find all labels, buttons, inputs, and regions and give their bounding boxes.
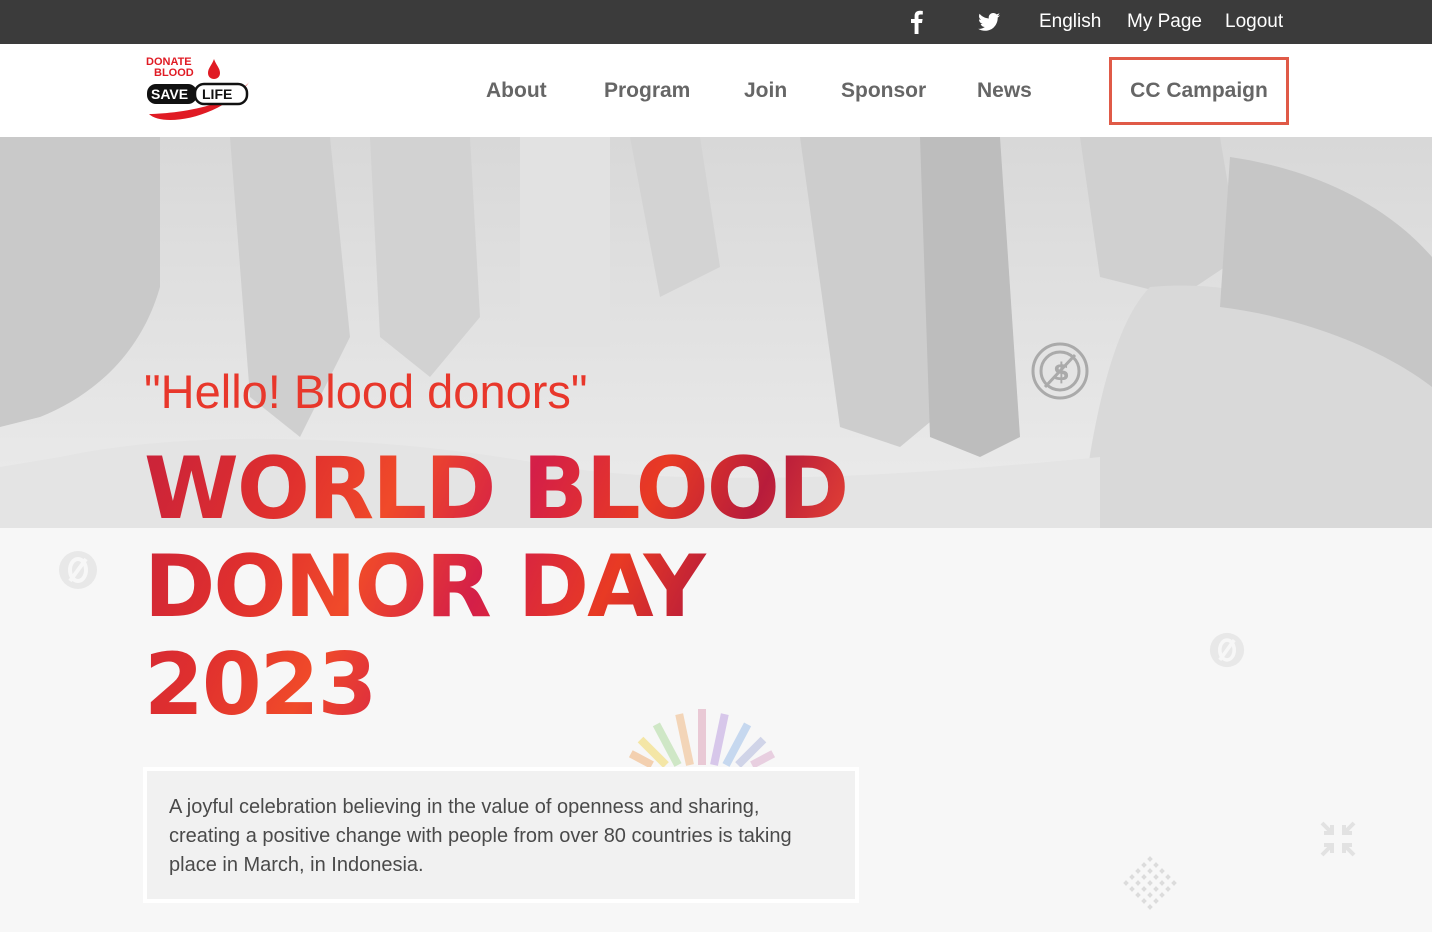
twitter-icon[interactable] [977, 0, 1001, 44]
cc-campaign-button[interactable]: CC Campaign [1109, 57, 1289, 125]
hero-title: WORLD BLOOD DONOR DAY 2023 [144, 440, 924, 734]
site-header: DONATE BLOOD SAVE LIFE About Program Joi… [0, 44, 1432, 137]
nav-about[interactable]: About [486, 44, 547, 137]
my-page-link[interactable]: My Page [1127, 0, 1202, 44]
nav-program[interactable]: Program [604, 44, 690, 137]
nav-sponsor[interactable]: Sponsor [841, 44, 926, 137]
hero-title-line-2: DONOR DAY [144, 537, 704, 637]
site-logo[interactable]: DONATE BLOOD SAVE LIFE [143, 54, 255, 126]
no-money-icon: $ [1031, 342, 1089, 400]
dot-pattern-decoration [1123, 856, 1177, 910]
nav-news[interactable]: News [977, 44, 1032, 137]
hero-title-line-3: 2023 [144, 635, 376, 735]
blood-drop-icon [208, 59, 220, 79]
hero-description-box: A joyful celebration believing in the va… [143, 767, 859, 903]
logo-text-save: SAVE [151, 86, 188, 102]
empty-set-icon [59, 551, 97, 589]
hero-title-line-1: WORLD BLOOD [144, 439, 848, 539]
nav-join[interactable]: Join [744, 44, 787, 137]
collapse-arrows-icon [1320, 821, 1356, 857]
logo-text-life: LIFE [202, 86, 232, 102]
facebook-icon[interactable] [908, 0, 924, 44]
top-bar: English My Page Logout [0, 0, 1432, 44]
empty-set-icon-right [1209, 632, 1245, 668]
hero-description: A joyful celebration believing in the va… [169, 796, 792, 876]
logo-text-blood: BLOOD [154, 67, 194, 79]
hero-greeting: "Hello! Blood donors" [144, 365, 588, 418]
logout-link[interactable]: Logout [1225, 0, 1283, 44]
language-link[interactable]: English [1039, 0, 1101, 44]
